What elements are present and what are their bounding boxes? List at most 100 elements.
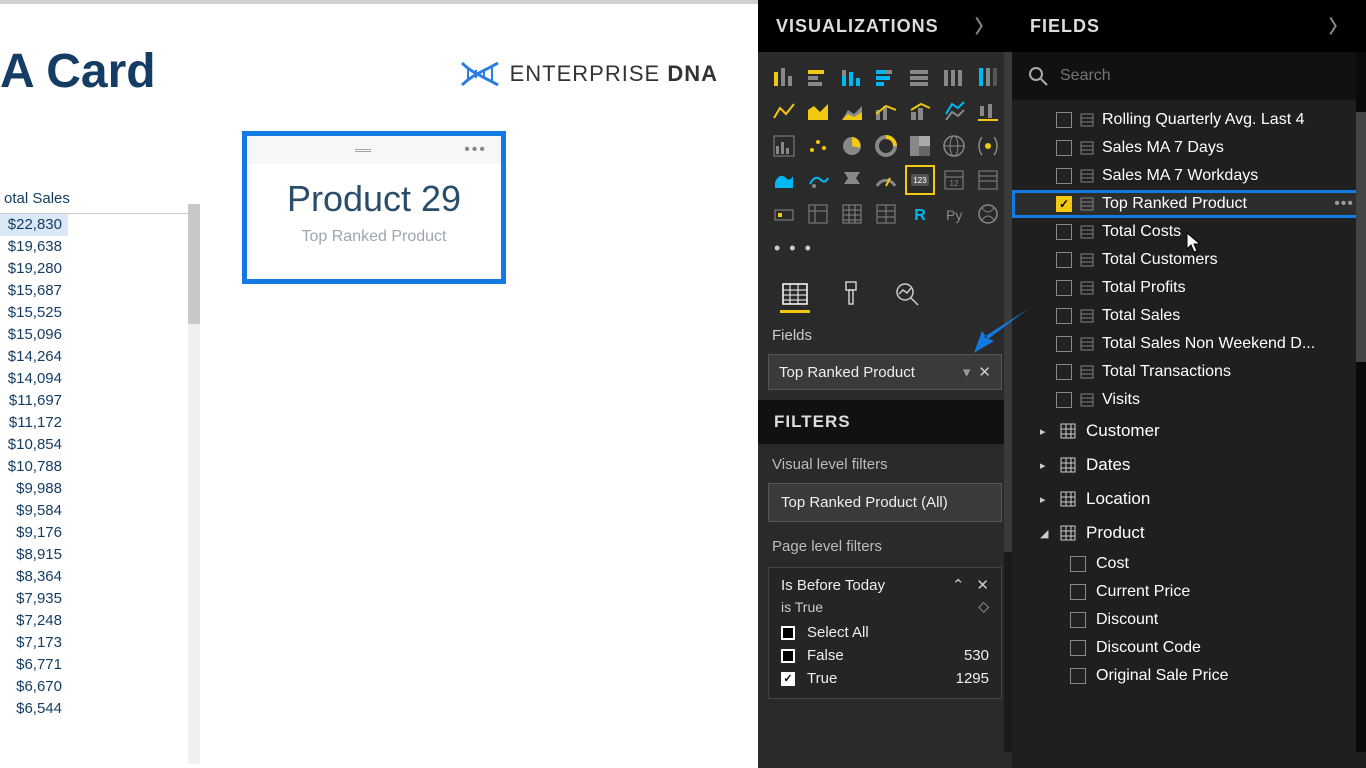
scrollbar-thumb[interactable] <box>188 204 200 324</box>
viz-type-icon[interactable] <box>906 98 934 126</box>
field-checkbox[interactable] <box>1056 336 1072 352</box>
sales-cell[interactable]: $19,280 <box>0 258 68 280</box>
checkbox[interactable] <box>781 626 795 640</box>
sales-cell[interactable]: $10,788 <box>0 456 68 478</box>
checkbox[interactable]: ✓ <box>781 672 795 686</box>
field-item[interactable]: Cost <box>1012 550 1366 578</box>
table-scrollbar[interactable] <box>188 204 200 764</box>
field-checkbox[interactable] <box>1056 392 1072 408</box>
fields-panel-header[interactable]: FIELDS 〉 <box>1012 0 1366 52</box>
field-checkbox[interactable] <box>1070 556 1086 572</box>
viz-type-icon[interactable] <box>770 132 798 160</box>
remove-icon[interactable]: ✕ <box>978 364 991 381</box>
card-menu-icon[interactable]: ••• <box>464 141 487 159</box>
sales-cell[interactable]: $22,830 <box>0 214 68 236</box>
sales-cell[interactable]: $9,584 <box>0 500 68 522</box>
field-item[interactable]: Original Sale Price <box>1012 662 1366 690</box>
viz-type-icon[interactable]: R <box>906 200 934 228</box>
field-checkbox[interactable] <box>1056 140 1072 156</box>
sales-cell[interactable]: $6,544 <box>0 698 68 720</box>
field-checkbox[interactable] <box>1070 640 1086 656</box>
viz-type-icon[interactable] <box>872 200 900 228</box>
page-filter-box[interactable]: Is Before Today ⌃✕ is True ◇ Select AllF… <box>768 567 1002 699</box>
viz-type-icon[interactable] <box>838 200 866 228</box>
viz-type-icon[interactable] <box>940 98 968 126</box>
viz-type-icon[interactable] <box>770 166 798 194</box>
field-item[interactable]: Total Sales Non Weekend D... <box>1012 330 1366 358</box>
report-canvas[interactable]: A Card ENTERPRISE DNA ══ ••• Product 29 … <box>0 0 758 768</box>
chevron-right-icon[interactable]: 〉 <box>1329 13 1348 39</box>
viz-type-icon[interactable] <box>804 132 832 160</box>
field-item[interactable]: Total Transactions <box>1012 358 1366 386</box>
viz-panel-header[interactable]: VISUALIZATIONS 〉 <box>758 0 1012 52</box>
field-item[interactable]: Total Sales <box>1012 302 1366 330</box>
table-item[interactable]: ▸Location <box>1012 482 1366 516</box>
viz-type-icon[interactable]: Py <box>940 200 968 228</box>
viz-type-icon[interactable] <box>838 166 866 194</box>
viz-type-icon[interactable] <box>838 132 866 160</box>
viz-type-icon[interactable] <box>838 64 866 92</box>
field-item[interactable]: Discount <box>1012 606 1366 634</box>
fields-scrollbar-thumb[interactable] <box>1356 112 1366 362</box>
card-header[interactable]: ══ ••• <box>247 136 501 164</box>
field-checkbox[interactable] <box>1056 252 1072 268</box>
viz-type-icon[interactable] <box>804 200 832 228</box>
checkbox[interactable] <box>781 649 795 663</box>
sales-cell[interactable]: $6,771 <box>0 654 68 676</box>
viz-type-icon[interactable] <box>804 98 832 126</box>
viz-type-icon[interactable] <box>804 166 832 194</box>
field-item[interactable]: Sales MA 7 Days <box>1012 134 1366 162</box>
eraser-icon[interactable]: ◇ <box>978 598 989 615</box>
field-item[interactable]: Visits <box>1012 386 1366 414</box>
viz-type-icon[interactable] <box>940 132 968 160</box>
field-menu-icon[interactable]: ••• <box>1334 195 1354 213</box>
viz-type-icon[interactable] <box>906 64 934 92</box>
viz-type-icon[interactable] <box>770 64 798 92</box>
viz-type-icon[interactable] <box>974 132 1002 160</box>
sales-cell[interactable]: $19,638 <box>0 236 68 258</box>
sales-cell[interactable]: $7,935 <box>0 588 68 610</box>
sales-cell[interactable]: $14,264 <box>0 346 68 368</box>
viz-type-icon[interactable] <box>770 98 798 126</box>
expand-icon[interactable]: ▸ <box>1040 493 1050 506</box>
close-icon[interactable]: ✕ <box>976 576 989 594</box>
table-item[interactable]: ▸Customer <box>1012 414 1366 448</box>
sales-cell[interactable]: $15,096 <box>0 324 68 346</box>
viz-type-icon[interactable]: 123 <box>906 166 934 194</box>
field-checkbox[interactable] <box>1056 112 1072 128</box>
chevron-right-icon[interactable]: 〉 <box>975 13 994 39</box>
filter-option[interactable]: Select All <box>781 621 989 644</box>
viz-scrollbar[interactable] <box>1004 52 1012 752</box>
filter-option[interactable]: False530 <box>781 644 989 667</box>
sales-cell[interactable]: $14,094 <box>0 368 68 390</box>
sales-column-header[interactable]: otal Sales <box>0 186 200 214</box>
field-checkbox[interactable] <box>1070 584 1086 600</box>
fields-search[interactable] <box>1012 52 1366 100</box>
table-item[interactable]: ◢Product <box>1012 516 1366 550</box>
field-checkbox[interactable] <box>1056 364 1072 380</box>
grip-icon[interactable]: ══ <box>261 143 464 157</box>
fields-scrollbar[interactable] <box>1356 52 1366 752</box>
expand-icon[interactable]: ▸ <box>1040 459 1050 472</box>
field-item[interactable]: Current Price <box>1012 578 1366 606</box>
viz-type-icon[interactable] <box>872 166 900 194</box>
card-visual[interactable]: ══ ••• Product 29 Top Ranked Product <box>242 131 506 284</box>
field-item[interactable]: Discount Code <box>1012 634 1366 662</box>
field-item[interactable]: Total Profits <box>1012 274 1366 302</box>
expand-icon[interactable]: ▸ <box>1040 425 1050 438</box>
filter-option[interactable]: ✓True1295 <box>781 667 989 690</box>
viz-type-icon[interactable] <box>838 98 866 126</box>
viz-scrollbar-thumb[interactable] <box>1004 52 1012 552</box>
viz-type-icon[interactable] <box>872 98 900 126</box>
sales-cell[interactable]: $9,176 <box>0 522 68 544</box>
viz-type-icon[interactable] <box>974 64 1002 92</box>
field-checkbox[interactable] <box>1056 168 1072 184</box>
field-item[interactable]: Rolling Quarterly Avg. Last 4 <box>1012 106 1366 134</box>
sales-cell[interactable]: $8,915 <box>0 544 68 566</box>
fields-tab[interactable] <box>780 277 810 313</box>
search-input[interactable] <box>1060 67 1350 85</box>
sales-cell[interactable]: $9,988 <box>0 478 68 500</box>
field-checkbox[interactable] <box>1056 224 1072 240</box>
viz-type-icon[interactable] <box>906 132 934 160</box>
viz-type-icon[interactable] <box>940 64 968 92</box>
